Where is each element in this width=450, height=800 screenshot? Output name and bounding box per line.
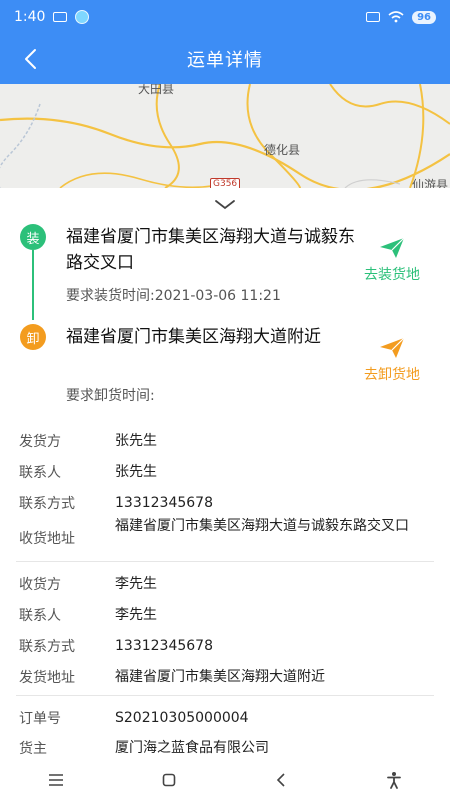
unloading-address: 福建省厦门市集美区海翔大道附近 (66, 327, 321, 347)
menu-button[interactable] (36, 765, 76, 795)
go-to-loading-label: 去装货地 (364, 267, 420, 283)
info-label: 收货地址 (19, 531, 75, 547)
info-label: 联系方式 (19, 639, 75, 655)
map-road-label: G356 (210, 178, 241, 188)
status-bar: 1:40 96 (0, 0, 450, 34)
info-value: 福建省厦门市集美区海翔大道附近 (115, 669, 325, 685)
back-button[interactable] (12, 34, 48, 84)
info-value: 李先生 (115, 607, 157, 623)
info-value: 福建省厦门市集美区海翔大道与诚毅东路交叉口 (115, 518, 409, 534)
send-icon (380, 337, 405, 358)
home-button[interactable] (149, 765, 189, 795)
unloading-badge: 卸 (20, 324, 46, 350)
divider (16, 561, 434, 562)
waybill-detail-sheet: 装 福建省厦门市集美区海翔大道与诚毅东路交叉口 要求装货时间:2021-03-0… (0, 188, 450, 760)
sim-icon (366, 12, 381, 22)
map-label-county: 仙游县 (412, 178, 449, 188)
map-roads (0, 84, 450, 188)
phone-number[interactable]: 13312345678 (115, 636, 425, 656)
info-value: S20210305000004 (115, 710, 249, 726)
go-to-unloading-button[interactable]: 去卸货地 (352, 336, 432, 384)
unloading-time: 要求卸货时间: (66, 388, 155, 404)
info-label: 联系方式 (19, 496, 75, 512)
go-to-loading-button[interactable]: 去装货地 (352, 236, 432, 284)
system-nav-bar (0, 760, 450, 800)
go-to-unloading-label: 去卸货地 (364, 367, 420, 383)
map-view[interactable]: 大田县 德化县 仙游县 G356 (0, 84, 450, 188)
chevron-down-icon (215, 200, 235, 210)
info-value: 张先生 (115, 433, 157, 449)
timeline-connector (32, 250, 34, 320)
loading-address: 福建省厦门市集美区海翔大道与诚毅东路交叉口 (66, 227, 355, 273)
status-time: 1:40 (14, 9, 46, 25)
map-label-county: 德化县 (264, 143, 301, 157)
page-title: 运单详情 (187, 50, 263, 71)
menu-icon (49, 774, 64, 786)
status-right: 96 (366, 10, 436, 24)
info-label: 联系人 (19, 608, 61, 624)
divider (16, 695, 434, 696)
app-notification-icon (75, 10, 90, 24)
back-nav-button[interactable] (261, 765, 301, 795)
accessibility-icon (386, 772, 401, 789)
phone-number[interactable]: 13312345678 (115, 493, 425, 513)
notification-icon (53, 12, 68, 22)
info-label: 联系人 (19, 465, 61, 481)
map-label-county: 大田县 (138, 84, 175, 96)
back-triangle-icon (277, 773, 285, 787)
send-icon (380, 237, 405, 258)
status-left: 1:40 (14, 9, 90, 25)
info-label: 订单号 (19, 711, 61, 727)
loading-badge: 装 (20, 224, 46, 250)
battery-indicator: 96 (412, 10, 436, 24)
loading-time: 要求装货时间:2021-03-06 11:21 (66, 288, 281, 304)
info-value: 李先生 (115, 576, 157, 592)
info-label: 发货方 (19, 434, 61, 450)
accessibility-button[interactable] (374, 765, 414, 795)
info-value: 厦门海之蓝食品有限公司 (115, 740, 269, 756)
app-bar: 运单详情 (0, 34, 450, 84)
info-label: 发货地址 (19, 670, 75, 686)
collapse-handle[interactable] (210, 196, 240, 214)
home-square-icon (162, 773, 176, 787)
wifi-icon (388, 11, 404, 23)
info-value: 张先生 (115, 464, 157, 480)
back-arrow-icon (25, 49, 36, 69)
info-label: 货主 (19, 741, 47, 757)
info-label: 收货方 (19, 577, 61, 593)
